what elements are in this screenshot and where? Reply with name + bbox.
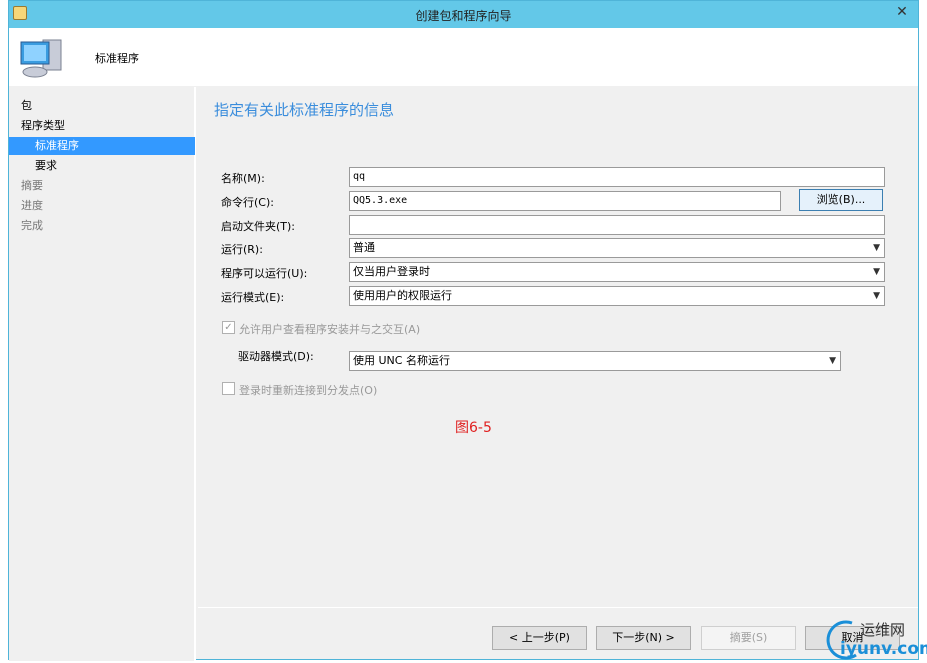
step-standard-program: 标准程序	[9, 137, 195, 155]
drive-mode-label: 驱动器模式(D):	[238, 350, 314, 363]
wizard-header: 标准程序	[9, 28, 918, 86]
run-select[interactable]: 普通 ▼	[349, 238, 885, 258]
run-mode-select[interactable]: 使用用户的权限运行 ▼	[349, 286, 885, 306]
command-line-input[interactable]: QQ5.3.exe	[349, 191, 781, 211]
name-input[interactable]: qq	[349, 167, 885, 187]
program-can-run-value: 仅当用户登录时	[353, 265, 430, 278]
reconnect-checkbox[interactable]	[222, 382, 235, 395]
name-label: 名称(M):	[221, 172, 265, 185]
step-program-type: 程序类型	[21, 119, 65, 132]
run-label: 运行(R):	[221, 243, 263, 256]
step-summary: 摘要	[21, 179, 43, 192]
previous-button[interactable]: < 上一步(P)	[492, 626, 587, 650]
drive-mode-select[interactable]: 使用 UNC 名称运行 ▼	[349, 351, 841, 371]
page-heading: 指定有关此标准程序的信息	[214, 101, 395, 119]
computer-icon	[20, 39, 62, 78]
run-value: 普通	[353, 241, 375, 254]
summary-button: 摘要(S)	[701, 626, 796, 650]
browse-button[interactable]: 浏览(B)...	[799, 189, 883, 211]
step-complete: 完成	[21, 219, 43, 232]
chevron-down-icon: ▼	[829, 356, 836, 366]
run-mode-value: 使用用户的权限运行	[353, 289, 452, 302]
drive-mode-value: 使用 UNC 名称运行	[353, 354, 450, 367]
start-folder-input[interactable]	[349, 215, 885, 235]
footer-divider	[198, 607, 918, 608]
watermark-url: iyunv.com	[840, 639, 927, 659]
close-button[interactable]: ✕	[890, 2, 914, 22]
reconnect-label: 登录时重新连接到分发点(O)	[239, 384, 378, 397]
figure-caption: 图6-5	[455, 420, 492, 436]
chevron-down-icon: ▼	[873, 267, 880, 277]
command-line-label: 命令行(C):	[221, 196, 274, 209]
watermark: 运维网 iyunv.com	[820, 615, 927, 663]
allow-interaction-label: 允许用户查看程序安装并与之交互(A)	[239, 323, 421, 336]
start-folder-label: 启动文件夹(T):	[221, 220, 296, 233]
step-progress: 进度	[21, 199, 43, 212]
run-mode-label: 运行模式(E):	[221, 291, 285, 304]
step-requirements: 要求	[35, 159, 57, 172]
title-bar: 创建包和程序向导 ✕	[9, 1, 918, 28]
allow-interaction-checkbox[interactable]: ✓	[222, 321, 235, 334]
chevron-down-icon: ▼	[873, 291, 880, 301]
watermark-text: 运维网	[860, 621, 906, 639]
next-button[interactable]: 下一步(N) >	[596, 626, 691, 650]
program-can-run-select[interactable]: 仅当用户登录时 ▼	[349, 262, 885, 282]
header-title: 标准程序	[95, 52, 139, 65]
wizard-steps: 包 程序类型 标准程序 要求 摘要 进度 完成	[9, 87, 196, 661]
chevron-down-icon: ▼	[873, 243, 880, 253]
step-package: 包	[21, 99, 32, 112]
wizard-window: 创建包和程序向导 ✕ 标准程序 包 程序类型 标准程序 要求 摘要 进度 完成 …	[8, 0, 919, 661]
program-can-run-label: 程序可以运行(U):	[221, 267, 308, 280]
window-title: 创建包和程序向导	[415, 9, 512, 23]
